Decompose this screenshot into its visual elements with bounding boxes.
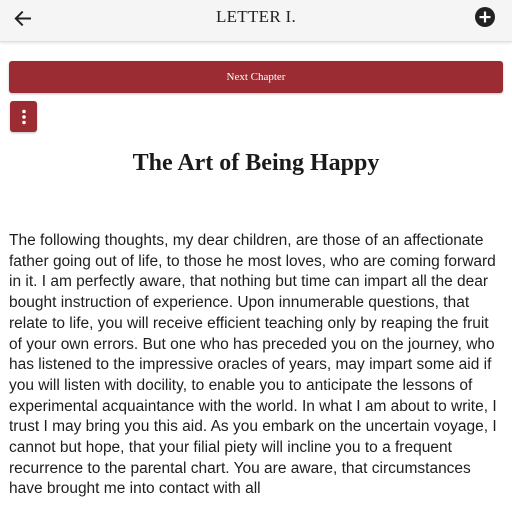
arrow-left-icon <box>14 10 31 27</box>
chapter-text: The following thoughts, my dear children… <box>9 232 497 498</box>
back-button[interactable] <box>10 6 36 32</box>
more-options-button[interactable] <box>10 101 37 132</box>
app-bar: LETTER I. <box>0 0 512 42</box>
page-title: LETTER I. <box>215 7 297 26</box>
more-vertical-icon <box>21 109 26 124</box>
add-button[interactable] <box>474 6 496 28</box>
book-title: The Art of Being Happy <box>132 150 380 176</box>
plus-circle-icon <box>475 7 495 27</box>
next-chapter-button[interactable]: Next Chapter <box>9 61 503 93</box>
